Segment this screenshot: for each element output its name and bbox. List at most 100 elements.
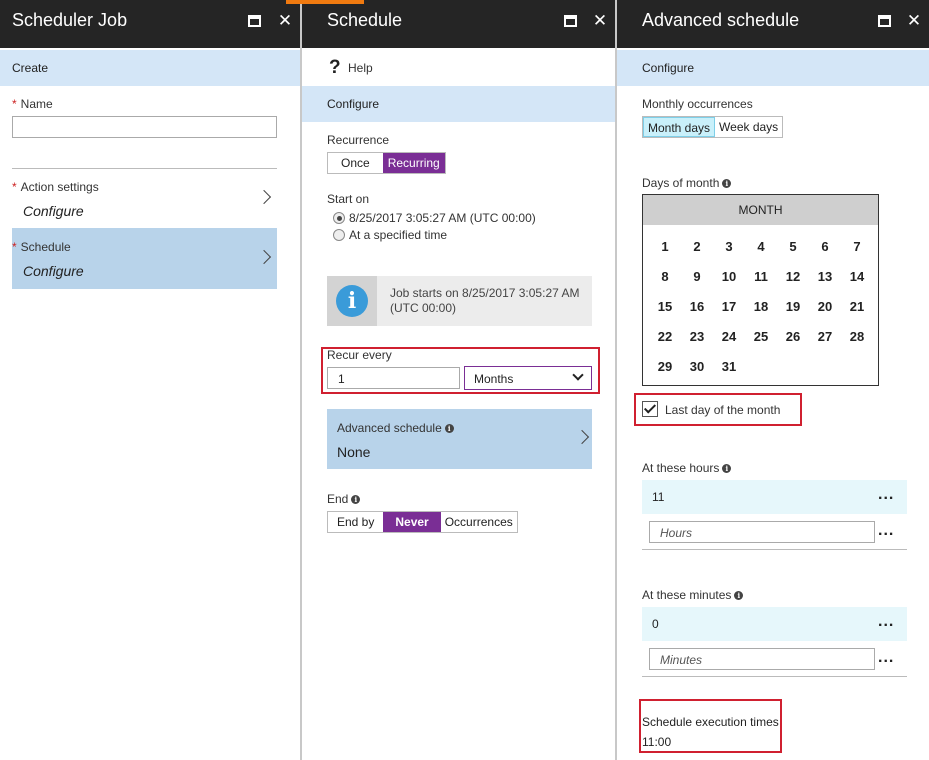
close-icon[interactable]: ✕ (592, 12, 608, 29)
help-label: Help (348, 61, 373, 75)
calendar-day[interactable]: 16 (685, 299, 709, 314)
calendar-day[interactable]: 21 (845, 299, 869, 314)
end-occurrences-option[interactable]: Occurrences (441, 512, 517, 532)
calendar-day[interactable]: 25 (749, 329, 773, 344)
close-icon[interactable]: ✕ (906, 12, 922, 29)
month-days-option[interactable]: Month days (643, 117, 716, 137)
required-mark: * (12, 97, 17, 111)
action-settings-value: Configure (23, 203, 84, 219)
start-now-radio[interactable] (333, 212, 345, 224)
calendar-day[interactable]: 2 (685, 239, 709, 254)
action-settings-label: * Action settings (12, 180, 99, 194)
action-settings-item[interactable]: * Action settings Configure (12, 172, 277, 228)
info-icon: i (336, 285, 368, 317)
calendar-day[interactable]: 11 (749, 269, 773, 284)
minutes-value: 0 (652, 617, 659, 631)
name-input[interactable] (12, 116, 277, 138)
month-calendar: MONTH 1 2 3 4 5 6 7 8 9 10 11 12 13 14 15 16 17 18 19 20 21 2… (642, 194, 879, 386)
calendar-day[interactable]: 22 (653, 329, 677, 344)
advanced-schedule-label-text: Advanced schedule (337, 421, 442, 435)
calendar-day[interactable]: 30 (685, 359, 709, 374)
advanced-schedule-item[interactable]: Advanced schedule i None (327, 409, 592, 469)
week-days-option[interactable]: Week days (715, 117, 782, 137)
execution-times-value: 11:00 (642, 735, 672, 749)
start-on-label: Start on (327, 192, 370, 206)
more-icon[interactable]: ... (878, 613, 894, 631)
action-settings-label-text: Action settings (20, 180, 99, 194)
hours-input[interactable]: Hours (649, 521, 875, 543)
calendar-day[interactable]: 3 (717, 239, 741, 254)
calendar-day[interactable]: 18 (749, 299, 773, 314)
start-specified-label: At a specified time (349, 228, 448, 242)
calendar-day[interactable]: 20 (813, 299, 837, 314)
close-icon[interactable]: ✕ (277, 12, 293, 29)
maximize-icon[interactable] (563, 13, 579, 29)
panel-separator (615, 0, 617, 760)
recurrence-recurring-option[interactable]: Recurring (382, 153, 445, 173)
info-icon-tile: i (327, 276, 377, 326)
calendar-day[interactable]: 31 (717, 359, 741, 374)
hours-placeholder: Hours (660, 526, 693, 540)
calendar-day[interactable]: 5 (781, 239, 805, 254)
maximize-icon[interactable] (247, 13, 263, 29)
panel2-title: Schedule (327, 10, 403, 30)
calendar-day[interactable]: 9 (685, 269, 709, 284)
calendar-day[interactable]: 27 (813, 329, 837, 344)
calendar-day[interactable]: 1 (653, 239, 677, 254)
recur-every-value: 1 (338, 372, 345, 386)
calendar-day[interactable]: 14 (845, 269, 869, 284)
end-by-option[interactable]: End by (328, 512, 383, 532)
chevron-right-icon (256, 249, 272, 265)
minutes-row: 0 ... (642, 607, 907, 641)
required-mark: * (12, 240, 17, 254)
schedule-item[interactable]: * Schedule Configure (12, 228, 277, 289)
calendar-header: MONTH (643, 195, 878, 225)
divider (642, 549, 907, 550)
required-mark: * (12, 180, 17, 194)
panel1-title: Scheduler Job (12, 10, 128, 30)
minutes-placeholder: Minutes (660, 653, 703, 667)
end-label: End i (327, 492, 361, 506)
calendar-day[interactable]: 28 (845, 329, 869, 344)
advanced-schedule-label: Advanced schedule i (337, 421, 454, 435)
more-icon[interactable]: ... (878, 486, 894, 504)
calendar-day[interactable]: 6 (813, 239, 837, 254)
panel1-header: Scheduler Job ✕ (0, 0, 300, 48)
calendar-day[interactable]: 7 (845, 239, 869, 254)
start-specified-radio[interactable] (333, 229, 345, 241)
last-day-label: Last day of the month (665, 403, 781, 417)
calendar-day[interactable]: 12 (781, 269, 805, 284)
start-now-label: 8/25/2017 3:05:27 AM (UTC 00:00) (349, 211, 536, 225)
panel2-header: Schedule ✕ (302, 0, 615, 48)
calendar-day[interactable]: 26 (781, 329, 805, 344)
calendar-day[interactable]: 17 (717, 299, 741, 314)
more-icon[interactable]: ... (878, 522, 894, 540)
calendar-day[interactable]: 13 (813, 269, 837, 284)
recur-every-input[interactable]: 1 (327, 367, 460, 389)
recurrence-toggle: Once Recurring (327, 152, 446, 174)
execution-times-label: Schedule execution times (642, 715, 779, 729)
end-never-option[interactable]: Never (383, 512, 441, 532)
calendar-day[interactable]: 19 (781, 299, 805, 314)
calendar-day[interactable]: 24 (717, 329, 741, 344)
help-icon: ? (329, 57, 341, 78)
calendar-day[interactable]: 15 (653, 299, 677, 314)
chevron-down-icon (572, 369, 584, 381)
recur-unit-select[interactable]: Months (464, 366, 592, 390)
minutes-input[interactable]: Minutes (649, 648, 875, 670)
help-item[interactable]: ? Help (302, 50, 615, 85)
last-day-checkbox[interactable] (642, 401, 658, 417)
info-icon: i (734, 591, 744, 601)
maximize-icon[interactable] (877, 13, 893, 29)
recurrence-label: Recurrence (327, 133, 390, 147)
recurrence-once-option[interactable]: Once (328, 153, 383, 173)
calendar-day[interactable]: 8 (653, 269, 677, 284)
calendar-day[interactable]: 10 (717, 269, 741, 284)
at-these-hours-label: At these hours i (642, 461, 732, 475)
info-box: i Job starts on 8/25/2017 3:05:27 AM (UT… (327, 276, 592, 326)
more-icon[interactable]: ... (878, 649, 894, 667)
calendar-day[interactable]: 29 (653, 359, 677, 374)
calendar-day[interactable]: 23 (685, 329, 709, 344)
calendar-day[interactable]: 4 (749, 239, 773, 254)
panel2-configure-band: Configure (302, 86, 615, 122)
